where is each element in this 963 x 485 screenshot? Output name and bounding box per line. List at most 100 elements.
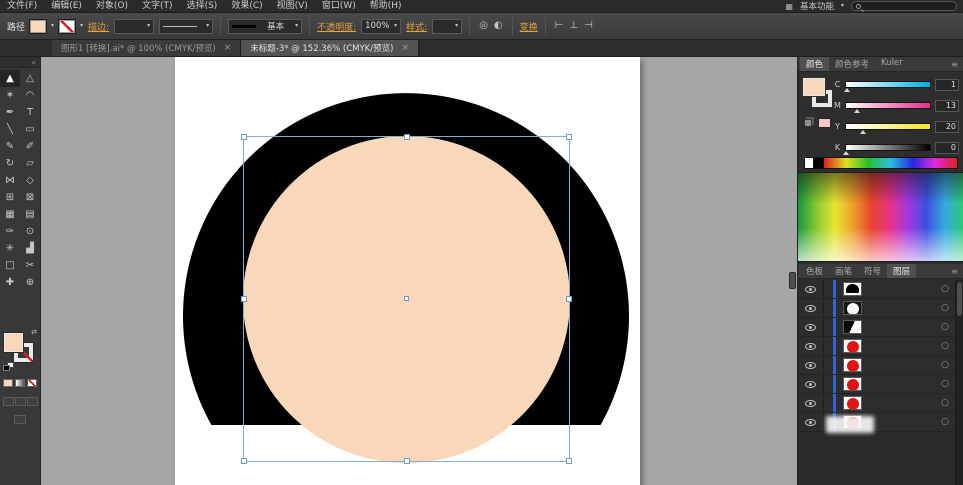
target-circle-icon[interactable]: ○ [941, 341, 949, 351]
menu-item[interactable]: 编辑(E) [44, 0, 89, 12]
doc-tab-close-icon[interactable]: × [401, 43, 409, 53]
artboard-tool[interactable]: □ [0, 257, 20, 274]
opacity-link[interactable]: 不透明度: [317, 20, 356, 33]
resize-handle[interactable] [566, 296, 572, 302]
brush-definition-dropdown[interactable]: 基本▾ [228, 19, 302, 34]
zoom-tool[interactable]: ⊕ [20, 274, 40, 291]
menu-item[interactable]: 文件(F) [0, 0, 44, 12]
draw-normal-button[interactable] [3, 397, 14, 406]
layers-scrollbar[interactable] [955, 280, 963, 485]
gradient-tool[interactable]: ▤ [20, 206, 40, 223]
spectrum-bar[interactable] [824, 157, 958, 169]
default-fill-stroke-icon[interactable] [3, 362, 13, 370]
channel-value-field[interactable]: 13 [935, 100, 959, 112]
target-circle-icon[interactable]: ○ [941, 398, 949, 408]
selection-tool[interactable]: ▲ [0, 70, 20, 87]
stroke-weight-dropdown[interactable]: ▾ [114, 19, 154, 34]
white-chip[interactable] [804, 157, 814, 169]
layer-row[interactable]: ○ [798, 280, 955, 299]
line-segment-tool[interactable]: ╲ [0, 121, 20, 138]
toolbar-collapse-icon[interactable]: « [0, 57, 40, 68]
menu-item[interactable]: 选择(S) [180, 0, 225, 12]
resize-handle[interactable] [241, 134, 247, 140]
channel-value-field[interactable]: 0 [935, 142, 959, 154]
channel-value-field[interactable]: 20 [935, 121, 959, 133]
draw-behind-button[interactable] [15, 397, 26, 406]
doc-tab-close-icon[interactable]: × [224, 43, 232, 53]
target-circle-icon[interactable]: ○ [941, 360, 949, 370]
type-tool[interactable]: T [20, 104, 40, 121]
resize-handle[interactable] [404, 458, 410, 464]
layer-row[interactable]: ○ [798, 337, 955, 356]
channel-slider[interactable] [845, 144, 931, 151]
visibility-eye-icon[interactable] [805, 362, 816, 369]
pencil-tool[interactable]: ✐ [20, 138, 40, 155]
align-left-icon[interactable]: ⊢ [553, 21, 566, 31]
paintbrush-tool[interactable]: ✎ [0, 138, 20, 155]
layer-row[interactable]: ○ [798, 413, 955, 432]
opacity-dropdown[interactable]: 100%▾ [361, 19, 401, 34]
align-right-icon[interactable]: ⊣ [582, 21, 595, 31]
perspective-grid-tool[interactable]: ⊠ [20, 189, 40, 206]
center-point-marker[interactable] [404, 296, 409, 301]
layer-row[interactable]: ○ [798, 375, 955, 394]
target-circle-icon[interactable]: ○ [941, 379, 949, 389]
resize-handle[interactable] [404, 134, 410, 140]
color-button[interactable] [3, 379, 13, 387]
layer-thumbnail[interactable] [843, 339, 862, 353]
panel-tab-颜色[interactable]: 颜色 [800, 57, 829, 71]
scrollbar-thumb[interactable] [957, 282, 962, 316]
visibility-eye-icon[interactable] [805, 419, 816, 426]
lasso-tool[interactable]: ◠ [20, 87, 40, 104]
rectangle-tool[interactable]: ▭ [20, 121, 40, 138]
target-circle-icon[interactable]: ○ [941, 303, 949, 313]
eyedropper-tool[interactable]: ✑ [0, 223, 20, 240]
resize-handle[interactable] [241, 296, 247, 302]
magic-wand-tool[interactable]: ✶ [0, 87, 20, 104]
slice-tool[interactable]: ✂ [20, 257, 40, 274]
visibility-eye-icon[interactable] [805, 381, 816, 388]
panel-menu-icon[interactable]: ≡ [951, 267, 963, 276]
gradient-button[interactable] [15, 379, 25, 387]
panel-tab-色板[interactable]: 色板 [800, 264, 829, 278]
transform-link[interactable]: 变换 [520, 20, 538, 33]
scale-tool[interactable]: ▱ [20, 155, 40, 172]
resize-handle[interactable] [566, 134, 572, 140]
swap-fill-stroke-icon[interactable]: ⇄ [31, 328, 37, 336]
target-circle-icon[interactable]: ○ [941, 322, 949, 332]
slider-thumb-icon[interactable] [843, 151, 849, 155]
channel-slider[interactable] [845, 102, 931, 109]
layer-thumbnail[interactable] [843, 396, 862, 410]
menu-item[interactable]: 窗口(W) [315, 0, 363, 12]
channel-slider[interactable] [845, 81, 931, 88]
panel-menu-icon[interactable]: ≡ [951, 60, 963, 69]
style-link[interactable]: 样式: [406, 20, 427, 33]
hand-tool[interactable]: ✚ [0, 274, 20, 291]
align-center-icon[interactable]: ⊥ [567, 21, 580, 31]
chevron-down-icon[interactable]: ▾ [80, 23, 83, 29]
layer-thumbnail[interactable] [843, 377, 862, 391]
slider-thumb-icon[interactable] [854, 109, 860, 113]
target-circle-icon[interactable]: ○ [941, 284, 949, 294]
resize-handle[interactable] [241, 458, 247, 464]
target-circle-icon[interactable]: ○ [941, 417, 949, 427]
draw-inside-button[interactable] [27, 397, 38, 406]
stroke-profile-dropdown[interactable]: ▾ [159, 19, 213, 34]
fill-proxy-swatch[interactable] [4, 333, 23, 352]
layer-thumbnail[interactable] [843, 320, 862, 334]
visibility-eye-icon[interactable] [805, 400, 816, 407]
closest-web-color-swatch[interactable] [818, 118, 831, 128]
free-transform-tool[interactable]: ◇ [20, 172, 40, 189]
panel-tab-画笔[interactable]: 画笔 [829, 264, 858, 278]
layer-row[interactable]: ○ [798, 299, 955, 318]
chevron-down-icon[interactable]: ▾ [51, 23, 54, 29]
visibility-eye-icon[interactable] [805, 324, 816, 331]
rotate-tool[interactable]: ↻ [0, 155, 20, 172]
doc-tab[interactable]: 未标题-3* @ 152.36% (CMYK/预览)× [241, 40, 419, 56]
layer-row[interactable]: ○ [798, 356, 955, 375]
dock-resize-grip[interactable] [789, 272, 796, 289]
out-of-web-color-cube-icon[interactable] [804, 119, 812, 127]
slider-thumb-icon[interactable] [844, 88, 850, 92]
doc-tab[interactable]: 图形1 [转换].ai* @ 100% (CMYK/预览)× [52, 40, 241, 56]
panel-tab-图层[interactable]: 图层 [887, 264, 916, 278]
